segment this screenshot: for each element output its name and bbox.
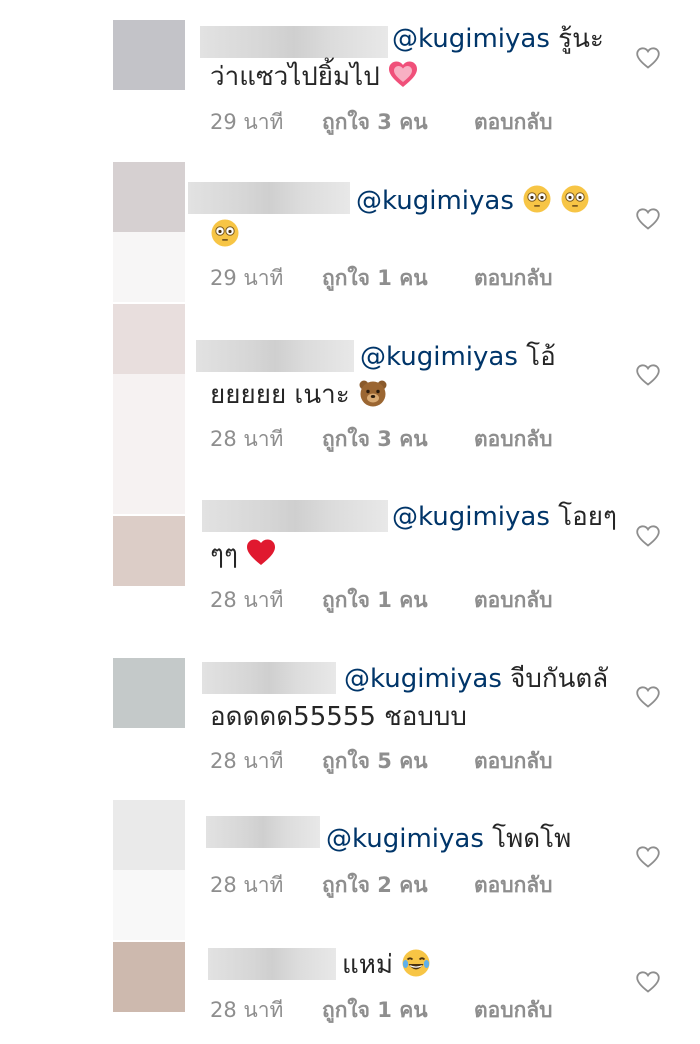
avatar[interactable] bbox=[113, 304, 185, 374]
redacted-username bbox=[196, 340, 354, 372]
likes-count[interactable]: ถูกใจ 5 คน bbox=[322, 745, 428, 778]
reply-button[interactable]: ตอบกลับ bbox=[474, 423, 553, 456]
comment-text: @kugimiyas จีบกันตลั bbox=[344, 664, 609, 694]
redacted-username bbox=[202, 662, 336, 694]
mention-link[interactable]: @kugimiyas bbox=[392, 502, 550, 532]
timestamp: 28 นาที bbox=[210, 873, 284, 897]
comment-text: @kugimiyas bbox=[356, 182, 590, 220]
avatar[interactable] bbox=[113, 162, 185, 232]
reply-button[interactable]: ตอบกลับ bbox=[474, 584, 553, 617]
reply-button[interactable]: ตอบกลับ bbox=[474, 745, 553, 778]
bear-icon bbox=[359, 380, 387, 407]
timestamp: 28 นาที bbox=[210, 588, 284, 612]
like-heart-icon[interactable] bbox=[636, 971, 660, 993]
avatar[interactable] bbox=[113, 20, 185, 90]
timestamp: 28 นาที bbox=[210, 749, 284, 773]
flushed-face-icon bbox=[561, 185, 589, 213]
reply-button[interactable]: ตอบกลับ bbox=[474, 994, 553, 1027]
flushed-face-icon bbox=[523, 185, 551, 213]
likes-count[interactable]: ถูกใจ 1 คน bbox=[322, 994, 428, 1027]
comment-text: แหม่ bbox=[342, 946, 431, 984]
comment-text-line2 bbox=[210, 216, 240, 254]
comment-text-line2: ยยยยย เนาะ bbox=[210, 376, 388, 414]
redacted-username bbox=[200, 26, 388, 58]
redacted-username bbox=[202, 500, 388, 532]
reply-button[interactable]: ตอบกลับ bbox=[474, 106, 553, 139]
avatar[interactable] bbox=[113, 942, 185, 1012]
like-heart-icon[interactable] bbox=[636, 686, 660, 708]
timestamp: 29 นาที bbox=[210, 266, 284, 290]
like-heart-icon[interactable] bbox=[636, 525, 660, 547]
red-heart-icon bbox=[247, 539, 276, 565]
tears-of-joy-icon bbox=[402, 949, 430, 977]
mention-link[interactable]: @kugimiyas bbox=[360, 342, 518, 372]
like-heart-icon[interactable] bbox=[636, 846, 660, 868]
timestamp: 29 นาที bbox=[210, 110, 284, 134]
comment-text: @kugimiyas โอ้ bbox=[360, 342, 556, 372]
like-heart-icon[interactable] bbox=[636, 208, 660, 230]
avatar[interactable] bbox=[113, 516, 185, 586]
likes-count[interactable]: ถูกใจ 2 คน bbox=[322, 869, 428, 902]
mention-link[interactable]: @kugimiyas bbox=[326, 824, 484, 854]
timestamp: 28 นาที bbox=[210, 998, 284, 1022]
likes-count[interactable]: ถูกใจ 3 คน bbox=[322, 423, 428, 456]
avatar[interactable] bbox=[113, 658, 185, 728]
avatar-bg-fill bbox=[113, 374, 185, 514]
comment-text-line2: อดดดด55555 ชอบบบ bbox=[210, 702, 467, 732]
reply-button[interactable]: ตอบกลับ bbox=[474, 869, 553, 902]
comment-text: @kugimiyas รู้นะ bbox=[392, 24, 604, 54]
timestamp: 28 นาที bbox=[210, 427, 284, 451]
flushed-face-icon bbox=[211, 219, 239, 247]
mention-link[interactable]: @kugimiyas bbox=[392, 24, 550, 54]
comment-text-line2: ๆๆ bbox=[210, 536, 276, 574]
heart-pulse-icon bbox=[389, 61, 418, 87]
likes-count[interactable]: ถูกใจ 3 คน bbox=[322, 106, 428, 139]
like-heart-icon[interactable] bbox=[636, 364, 660, 386]
comment-text-line2: ว่าแซวไปยิ้มไป bbox=[210, 58, 418, 96]
avatar-bg-fill bbox=[113, 232, 185, 302]
likes-count[interactable]: ถูกใจ 1 คน bbox=[322, 262, 428, 295]
redacted-username bbox=[208, 948, 336, 980]
mention-link[interactable]: @kugimiyas bbox=[344, 664, 502, 694]
avatar-bg-fill bbox=[113, 870, 185, 940]
redacted-username bbox=[206, 816, 320, 848]
comment-text: @kugimiyas โพดโพ bbox=[326, 824, 572, 854]
like-heart-icon[interactable] bbox=[636, 47, 660, 69]
comment-text: @kugimiyas โอยๆ bbox=[392, 502, 617, 532]
reply-button[interactable]: ตอบกลับ bbox=[474, 262, 553, 295]
mention-link[interactable]: @kugimiyas bbox=[356, 186, 514, 216]
likes-count[interactable]: ถูกใจ 1 คน bbox=[322, 584, 428, 617]
avatar[interactable] bbox=[113, 800, 185, 870]
redacted-username bbox=[188, 182, 350, 214]
